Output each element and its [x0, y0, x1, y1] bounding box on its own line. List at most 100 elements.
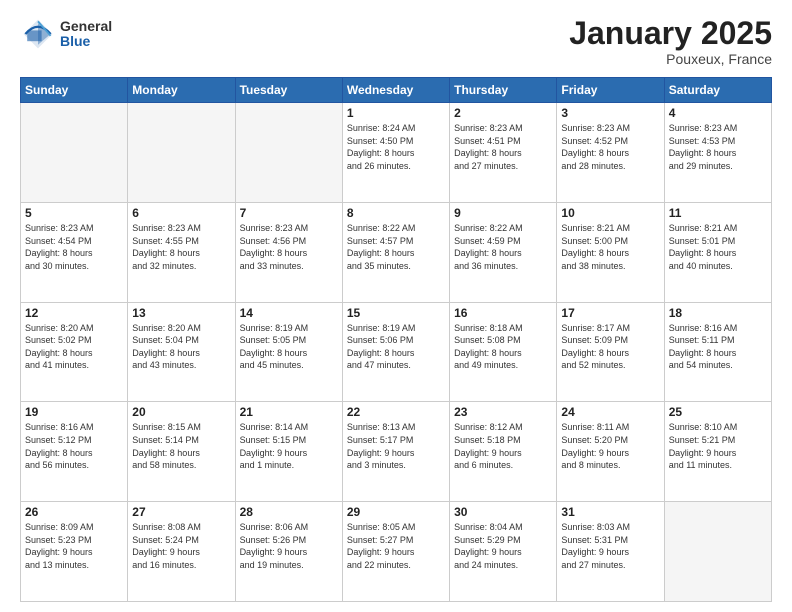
day-number: 10 [561, 206, 659, 220]
calendar-cell: 6 Sunrise: 8:23 AM Sunset: 4:55 PM Daylig… [128, 202, 235, 302]
day-info: Sunrise: 8:14 AM Sunset: 5:15 PM Dayligh… [240, 421, 338, 471]
day-info: Sunrise: 8:10 AM Sunset: 5:21 PM Dayligh… [669, 421, 767, 471]
day-number: 29 [347, 505, 445, 519]
calendar-cell: 11 Sunrise: 8:21 AM Sunset: 5:01 PM Dayli… [664, 202, 771, 302]
day-number: 6 [132, 206, 230, 220]
day-info: Sunrise: 8:17 AM Sunset: 5:09 PM Dayligh… [561, 322, 659, 372]
logo: General Blue [20, 16, 112, 52]
calendar-cell: 22 Sunrise: 8:13 AM Sunset: 5:17 PM Dayli… [342, 402, 449, 502]
calendar-cell [235, 103, 342, 203]
day-of-week-header: Saturday [664, 78, 771, 103]
day-number: 3 [561, 106, 659, 120]
calendar-cell: 4Sunrise: 8:23 AM Sunset: 4:53 PM Daylig… [664, 103, 771, 203]
day-info: Sunrise: 8:21 AM Sunset: 5:01 PM Dayligh… [669, 222, 767, 272]
day-number: 31 [561, 505, 659, 519]
day-info: Sunrise: 8:23 AM Sunset: 4:56 PM Dayligh… [240, 222, 338, 272]
day-number: 15 [347, 306, 445, 320]
calendar-cell: 28 Sunrise: 8:06 AM Sunset: 5:26 PM Dayli… [235, 502, 342, 602]
day-number: 8 [347, 206, 445, 220]
day-number: 23 [454, 405, 552, 419]
day-number: 25 [669, 405, 767, 419]
calendar-week-row: 19Sunrise: 8:16 AM Sunset: 5:12 PM Dayli… [21, 402, 772, 502]
calendar-cell: 12 Sunrise: 8:20 AM Sunset: 5:02 PM Dayli… [21, 302, 128, 402]
day-number: 26 [25, 505, 123, 519]
day-info: Sunrise: 8:24 AM Sunset: 4:50 PM Dayligh… [347, 122, 445, 172]
calendar-cell: 29 Sunrise: 8:05 AM Sunset: 5:27 PM Dayli… [342, 502, 449, 602]
calendar-cell [128, 103, 235, 203]
calendar-cell: 9 Sunrise: 8:22 AM Sunset: 4:59 PM Daylig… [450, 202, 557, 302]
day-info: Sunrise: 8:08 AM Sunset: 5:24 PM Dayligh… [132, 521, 230, 571]
day-number: 1 [347, 106, 445, 120]
logo-general: General [60, 19, 112, 34]
calendar-cell: 10 Sunrise: 8:21 AM Sunset: 5:00 PM Dayli… [557, 202, 664, 302]
day-number: 11 [669, 206, 767, 220]
day-info: Sunrise: 8:16 AM Sunset: 5:11 PM Dayligh… [669, 322, 767, 372]
day-number: 13 [132, 306, 230, 320]
month-title: January 2025 [569, 16, 772, 51]
header: General Blue January 2025 Pouxeux, Franc… [20, 16, 772, 67]
calendar-cell: 1 Sunrise: 8:24 AM Sunset: 4:50 PM Daylig… [342, 103, 449, 203]
day-info: Sunrise: 8:09 AM Sunset: 5:23 PM Dayligh… [25, 521, 123, 571]
calendar-cell: 7Sunrise: 8:23 AM Sunset: 4:56 PM Daylig… [235, 202, 342, 302]
day-info: Sunrise: 8:13 AM Sunset: 5:17 PM Dayligh… [347, 421, 445, 471]
calendar-cell: 24 Sunrise: 8:11 AM Sunset: 5:20 PM Dayli… [557, 402, 664, 502]
calendar-cell: 18 Sunrise: 8:16 AM Sunset: 5:11 PM Dayli… [664, 302, 771, 402]
calendar-cell: 20Sunrise: 8:15 AM Sunset: 5:14 PM Dayli… [128, 402, 235, 502]
day-info: Sunrise: 8:16 AM Sunset: 5:12 PM Dayligh… [25, 421, 123, 471]
calendar-cell: 14Sunrise: 8:19 AM Sunset: 5:05 PM Dayli… [235, 302, 342, 402]
calendar-cell [21, 103, 128, 203]
day-number: 27 [132, 505, 230, 519]
day-info: Sunrise: 8:19 AM Sunset: 5:06 PM Dayligh… [347, 322, 445, 372]
day-number: 22 [347, 405, 445, 419]
calendar-week-row: 26 Sunrise: 8:09 AM Sunset: 5:23 PM Dayli… [21, 502, 772, 602]
day-info: Sunrise: 8:18 AM Sunset: 5:08 PM Dayligh… [454, 322, 552, 372]
calendar-cell: 27 Sunrise: 8:08 AM Sunset: 5:24 PM Dayli… [128, 502, 235, 602]
day-number: 30 [454, 505, 552, 519]
calendar-header-row: SundayMondayTuesdayWednesdayThursdayFrid… [21, 78, 772, 103]
logo-text: General Blue [60, 19, 112, 50]
day-info: Sunrise: 8:23 AM Sunset: 4:53 PM Dayligh… [669, 122, 767, 172]
day-number: 28 [240, 505, 338, 519]
day-number: 24 [561, 405, 659, 419]
day-number: 18 [669, 306, 767, 320]
day-info: Sunrise: 8:23 AM Sunset: 4:54 PM Dayligh… [25, 222, 123, 272]
day-info: Sunrise: 8:05 AM Sunset: 5:27 PM Dayligh… [347, 521, 445, 571]
day-info: Sunrise: 8:12 AM Sunset: 5:18 PM Dayligh… [454, 421, 552, 471]
calendar-cell: 21 Sunrise: 8:14 AM Sunset: 5:15 PM Dayli… [235, 402, 342, 502]
day-of-week-header: Thursday [450, 78, 557, 103]
day-number: 12 [25, 306, 123, 320]
day-number: 16 [454, 306, 552, 320]
day-of-week-header: Sunday [21, 78, 128, 103]
calendar-cell: 23 Sunrise: 8:12 AM Sunset: 5:18 PM Dayli… [450, 402, 557, 502]
day-info: Sunrise: 8:06 AM Sunset: 5:26 PM Dayligh… [240, 521, 338, 571]
day-info: Sunrise: 8:23 AM Sunset: 4:51 PM Dayligh… [454, 122, 552, 172]
day-of-week-header: Friday [557, 78, 664, 103]
calendar-cell: 3Sunrise: 8:23 AM Sunset: 4:52 PM Daylig… [557, 103, 664, 203]
day-info: Sunrise: 8:21 AM Sunset: 5:00 PM Dayligh… [561, 222, 659, 272]
calendar-cell: 19Sunrise: 8:16 AM Sunset: 5:12 PM Dayli… [21, 402, 128, 502]
location: Pouxeux, France [569, 51, 772, 67]
day-info: Sunrise: 8:20 AM Sunset: 5:04 PM Dayligh… [132, 322, 230, 372]
calendar-cell: 5Sunrise: 8:23 AM Sunset: 4:54 PM Daylig… [21, 202, 128, 302]
day-number: 2 [454, 106, 552, 120]
calendar: SundayMondayTuesdayWednesdayThursdayFrid… [20, 77, 772, 602]
day-info: Sunrise: 8:20 AM Sunset: 5:02 PM Dayligh… [25, 322, 123, 372]
calendar-cell: 15 Sunrise: 8:19 AM Sunset: 5:06 PM Dayli… [342, 302, 449, 402]
day-number: 9 [454, 206, 552, 220]
day-info: Sunrise: 8:04 AM Sunset: 5:29 PM Dayligh… [454, 521, 552, 571]
day-info: Sunrise: 8:11 AM Sunset: 5:20 PM Dayligh… [561, 421, 659, 471]
day-number: 20 [132, 405, 230, 419]
day-of-week-header: Monday [128, 78, 235, 103]
day-number: 21 [240, 405, 338, 419]
calendar-cell [664, 502, 771, 602]
title-block: January 2025 Pouxeux, France [569, 16, 772, 67]
calendar-cell: 13 Sunrise: 8:20 AM Sunset: 5:04 PM Dayli… [128, 302, 235, 402]
calendar-cell: 16 Sunrise: 8:18 AM Sunset: 5:08 PM Dayli… [450, 302, 557, 402]
calendar-cell: 30 Sunrise: 8:04 AM Sunset: 5:29 PM Dayli… [450, 502, 557, 602]
day-info: Sunrise: 8:23 AM Sunset: 4:55 PM Dayligh… [132, 222, 230, 272]
day-of-week-header: Wednesday [342, 78, 449, 103]
logo-blue: Blue [60, 34, 112, 49]
day-info: Sunrise: 8:19 AM Sunset: 5:05 PM Dayligh… [240, 322, 338, 372]
calendar-week-row: 1 Sunrise: 8:24 AM Sunset: 4:50 PM Daylig… [21, 103, 772, 203]
day-info: Sunrise: 8:22 AM Sunset: 4:59 PM Dayligh… [454, 222, 552, 272]
